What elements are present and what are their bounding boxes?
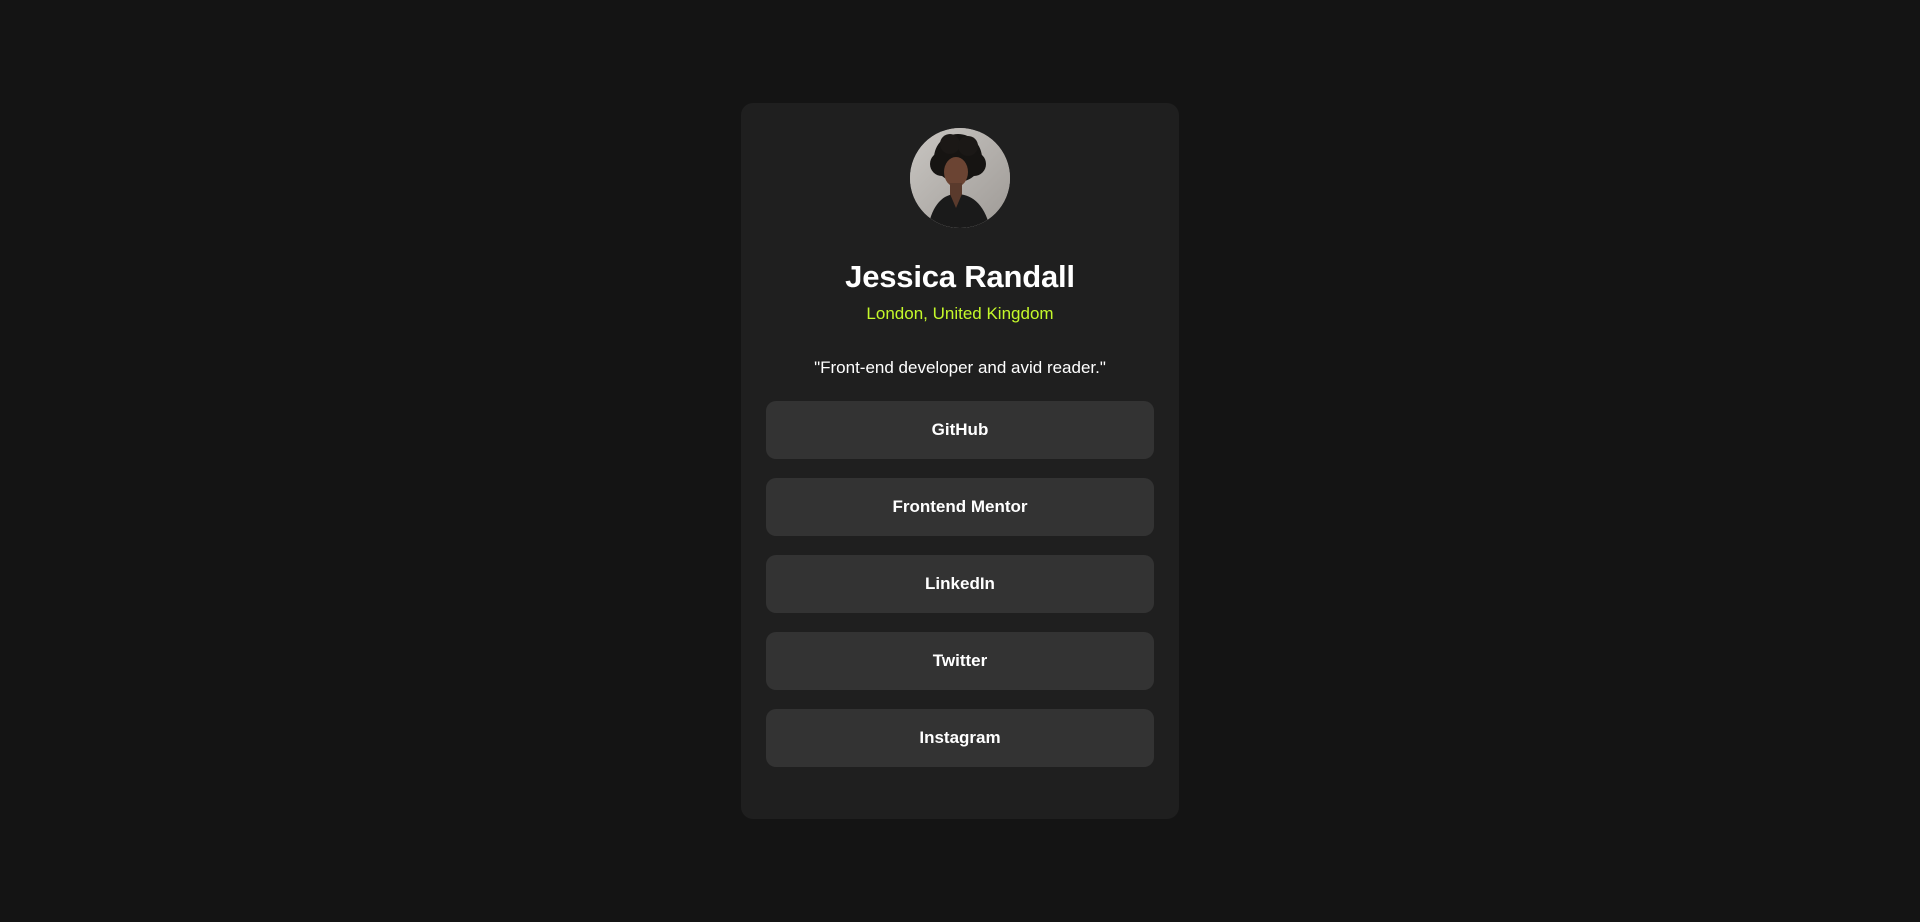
instagram-link-button[interactable]: Instagram — [766, 709, 1154, 768]
profile-location: London, United Kingdom — [866, 303, 1054, 323]
frontend-mentor-link-button[interactable]: Frontend Mentor — [766, 478, 1154, 537]
github-link-button[interactable]: GitHub — [766, 401, 1154, 460]
social-links-list: GitHub Frontend Mentor LinkedIn Twitter … — [766, 401, 1154, 768]
twitter-link-button[interactable]: Twitter — [766, 632, 1154, 691]
linkedin-link-button[interactable]: LinkedIn — [766, 555, 1154, 614]
profile-card: Jessica Randall London, United Kingdom "… — [741, 103, 1179, 819]
profile-photo-icon — [910, 128, 1010, 228]
profile-bio: "Front-end developer and avid reader." — [814, 358, 1106, 378]
profile-name: Jessica Randall — [845, 259, 1075, 294]
avatar — [910, 128, 1010, 228]
